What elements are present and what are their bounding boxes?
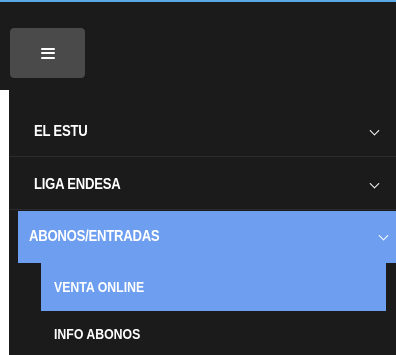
hamburger-menu-icon bbox=[40, 47, 55, 59]
submenu-item-venta-online[interactable]: VENTA ONLINE bbox=[41, 263, 386, 311]
chevron-down-icon[interactable] bbox=[378, 230, 389, 241]
chevron-down-icon[interactable] bbox=[369, 178, 380, 189]
nav-menu: EL ESTU LIGA ENDESA ABONOS/ENTRADAS VENT… bbox=[9, 90, 396, 355]
submenu-item-info-abonos[interactable]: INFO ABONOS bbox=[41, 314, 386, 354]
menu-item-el-estu[interactable]: EL ESTU bbox=[9, 107, 396, 157]
menu-item-label: LIGA ENDESA bbox=[34, 175, 121, 193]
chevron-down-icon[interactable] bbox=[369, 125, 380, 136]
top-bar bbox=[0, 0, 396, 90]
submenu-item-label: VENTA ONLINE bbox=[54, 278, 145, 296]
hamburger-menu-button[interactable] bbox=[10, 28, 85, 78]
menu-item-label: ABONOS/ENTRADAS bbox=[29, 228, 160, 245]
menu-item-abonos-entradas[interactable]: ABONOS/ENTRADAS bbox=[18, 211, 396, 263]
menu-item-liga-endesa[interactable]: LIGA ENDESA bbox=[9, 160, 396, 210]
submenu-item-label: INFO ABONOS bbox=[54, 325, 141, 343]
menu-item-label: EL ESTU bbox=[34, 122, 88, 140]
mobile-nav: EL ESTU LIGA ENDESA ABONOS/ENTRADAS VENT… bbox=[0, 0, 396, 355]
